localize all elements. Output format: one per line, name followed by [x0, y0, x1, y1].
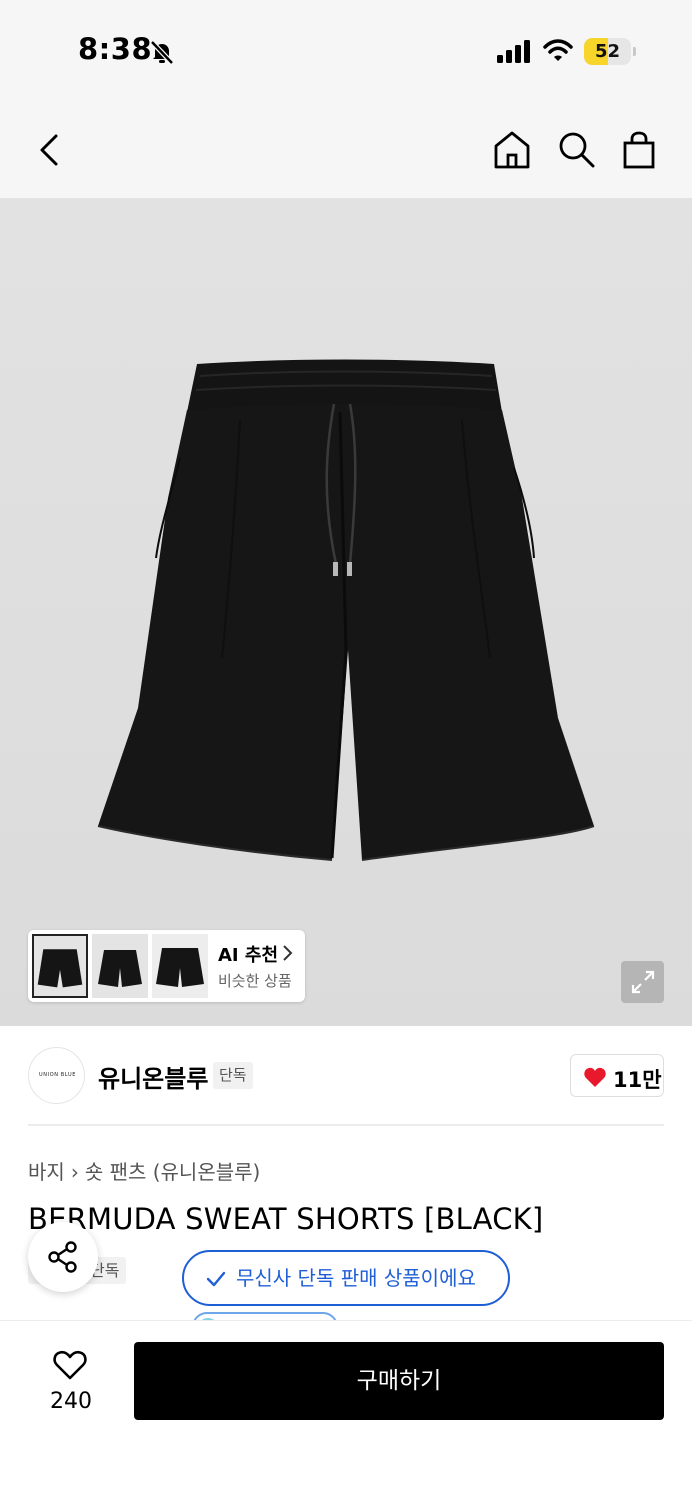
- top-navigation: [0, 100, 692, 198]
- chevron-right-icon: [283, 945, 293, 961]
- battery-level: 52: [594, 41, 621, 62]
- home-icon[interactable]: [490, 128, 534, 172]
- back-chevron-icon[interactable]: [30, 130, 70, 170]
- expand-arrows-icon: [631, 970, 655, 994]
- wifi-icon: [543, 39, 573, 61]
- cellular-signal-icon: [497, 40, 530, 63]
- check-icon: [206, 1271, 226, 1287]
- ai-recommend-card[interactable]: AI 추천 비슷한 상품: [28, 930, 305, 1002]
- chevron-right-icon: ›: [70, 1160, 79, 1184]
- product-title: BERMUDA SWEAT SHORTS [BLACK]: [28, 1202, 544, 1236]
- bottom-action-bar: 240 구매하기: [0, 1320, 692, 1500]
- ai-thumbnail-3[interactable]: [152, 934, 208, 998]
- product-image-gallery[interactable]: AI 추천 비슷한 상품: [0, 198, 692, 1026]
- wishlist-button[interactable]: 240: [30, 1345, 112, 1425]
- brand-logo-text: UNION BLUE: [39, 1072, 76, 1078]
- search-icon[interactable]: [554, 128, 598, 172]
- brand-name[interactable]: 유니온블루: [98, 1059, 208, 1094]
- ai-recommend-title: AI 추천: [218, 945, 279, 966]
- battery-icon: 52: [584, 38, 636, 65]
- share-icon: [48, 1241, 77, 1273]
- ai-thumbnail-1[interactable]: [32, 934, 88, 998]
- brand-like-count: 11만: [613, 1068, 662, 1092]
- breadcrumb: 바지 › 숏 팬츠 (유니온블루): [28, 1156, 260, 1185]
- buy-button[interactable]: 구매하기: [134, 1342, 664, 1420]
- exclusive-sale-toast: 무신사 단독 판매 상품이에요: [182, 1250, 510, 1306]
- share-button[interactable]: [28, 1222, 98, 1292]
- heart-filled-icon: [584, 1067, 606, 1087]
- buy-button-label: 구매하기: [356, 1368, 442, 1394]
- breadcrumb-subcategory[interactable]: 숏 팬츠 (유니온블루): [85, 1160, 261, 1184]
- status-time: 8:38: [78, 32, 153, 66]
- status-bar: 8:38 52: [0, 0, 692, 100]
- shopping-bag-icon[interactable]: [617, 128, 661, 172]
- divider: [28, 1124, 664, 1126]
- heart-outline-icon: [53, 1350, 87, 1380]
- brand-logo[interactable]: UNION BLUE: [28, 1047, 85, 1104]
- ai-thumbnail-2[interactable]: [92, 934, 148, 998]
- brand-like-button[interactable]: 11만: [570, 1054, 664, 1097]
- breadcrumb-category[interactable]: 바지: [28, 1160, 65, 1184]
- ai-recommend-subtitle: 비슷한 상품: [218, 972, 292, 990]
- bell-slash-icon: [150, 40, 174, 65]
- expand-image-button[interactable]: [621, 961, 664, 1003]
- product-photo: [0, 198, 692, 1026]
- toast-message: 무신사 단독 판매 상품이에요: [236, 1266, 476, 1290]
- wishlist-count: 240: [50, 1389, 92, 1414]
- brand-exclusive-badge: 단독: [213, 1062, 253, 1089]
